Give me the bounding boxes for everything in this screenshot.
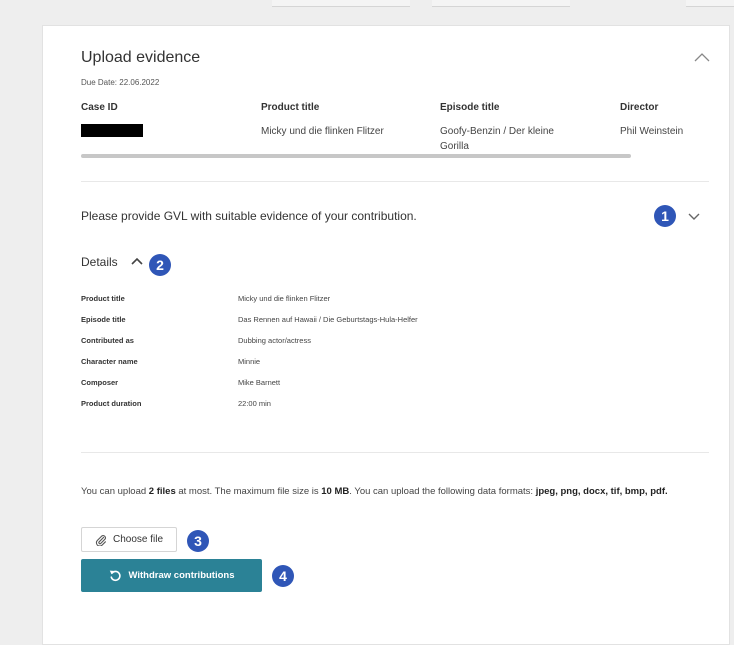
card-title: Upload evidence — [81, 49, 201, 66]
upload-info-part: . You can upload the following data form… — [349, 486, 536, 497]
detail-row: Composer Mike Barnett — [81, 378, 581, 392]
upload-info-max-files: 2 files — [148, 486, 176, 497]
cell-episode-title: Goofy-Benzin / Der kleine Gorilla — [440, 124, 554, 154]
cell-episode-title-line: Gorilla — [440, 141, 469, 152]
upload-info-part: at most. The maximum file size is — [175, 486, 322, 497]
detail-value: Mike Barnett — [238, 378, 281, 387]
annotation-marker-1: 1 — [654, 205, 676, 227]
collapse-card-button[interactable] — [691, 48, 713, 66]
evidence-prompt: Please provide GVL with suitable evidenc… — [81, 209, 417, 223]
horizontal-scrollbar[interactable] — [81, 154, 631, 158]
undo-icon — [109, 570, 121, 582]
column-header-case-id: Case ID — [81, 102, 118, 113]
detail-key: Episode title — [81, 315, 126, 324]
upload-info-part: You can upload — [81, 486, 149, 497]
detail-key: Character name — [81, 357, 138, 366]
choose-file-label: Choose file — [112, 534, 164, 545]
top-tab — [686, 0, 734, 7]
annotation-marker-2: 2 — [149, 254, 171, 276]
choose-file-button[interactable]: Choose file — [81, 527, 177, 552]
detail-row: Product duration 22:00 min — [81, 399, 581, 413]
chevron-up-icon — [131, 257, 143, 265]
cell-product-title: Micky und die flinken Flitzer — [261, 126, 384, 137]
cell-director: Phil Weinstein — [620, 126, 684, 137]
column-header-episode-title: Episode title — [440, 102, 500, 113]
column-header-product-title: Product title — [261, 102, 320, 113]
expand-evidence-button[interactable] — [683, 206, 705, 226]
detail-key: Product title — [81, 294, 125, 303]
cell-episode-title-line: Goofy-Benzin / Der kleine — [440, 126, 554, 137]
column-header-director: Director — [620, 102, 659, 113]
chevron-up-icon — [694, 53, 710, 62]
detail-row: Contributed as Dubbing actor/actress — [81, 336, 581, 350]
detail-value: 22:00 min — [238, 399, 271, 408]
top-tab — [272, 0, 410, 7]
case-id-redacted — [81, 124, 143, 137]
detail-key: Contributed as — [81, 336, 134, 345]
chevron-down-icon — [688, 213, 700, 220]
annotation-marker-3: 3 — [187, 530, 209, 552]
due-date: Due Date: 22.06.2022 — [81, 78, 160, 87]
detail-value: Das Rennen auf Hawaii / Die Geburtstags-… — [238, 315, 418, 324]
detail-value: Minnie — [238, 357, 261, 366]
divider — [81, 452, 709, 453]
annotation-marker-4: 4 — [272, 565, 294, 587]
top-tab — [432, 0, 570, 7]
details-toggle-button[interactable] — [129, 254, 145, 270]
withdraw-contributions-label: Withdraw contributions — [128, 570, 235, 581]
detail-row: Character name Minnie — [81, 357, 581, 371]
detail-key: Composer — [81, 378, 119, 387]
detail-row: Episode title Das Rennen auf Hawaii / Di… — [81, 315, 581, 329]
upload-evidence-card: Upload evidence Due Date: 22.06.2022 Cas… — [42, 25, 730, 645]
detail-value: Micky und die flinken Flitzer — [238, 294, 331, 303]
page: Upload evidence Due Date: 22.06.2022 Cas… — [0, 0, 734, 645]
upload-info-formats: jpeg, png, docx, tif, bmp, pdf. — [535, 486, 668, 497]
detail-value: Dubbing actor/actress — [238, 336, 311, 345]
upload-info-text: You can upload 2 files at most. The maxi… — [81, 484, 713, 499]
upload-info-max-size: 10 MB — [321, 486, 350, 497]
detail-key: Product duration — [81, 399, 142, 408]
detail-row: Product title Micky und die flinken Flit… — [81, 294, 581, 308]
withdraw-contributions-button[interactable]: Withdraw contributions — [81, 559, 262, 592]
paperclip-icon — [95, 534, 106, 546]
divider — [81, 181, 709, 182]
details-label: Details — [81, 255, 118, 269]
